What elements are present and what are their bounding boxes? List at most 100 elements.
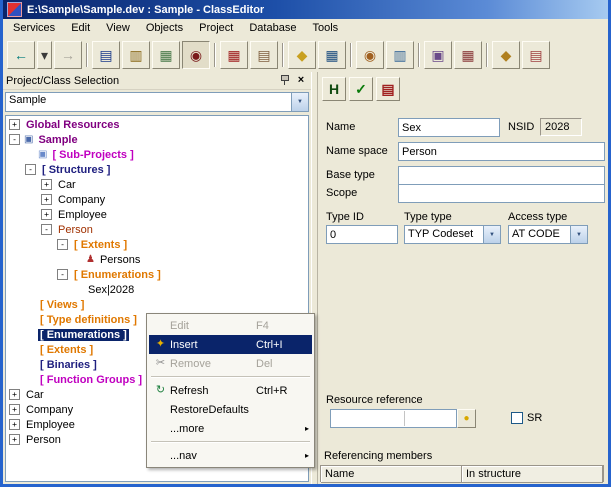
binder-button[interactable]: ◆ (288, 41, 316, 69)
context-menu-item-restoredefaults[interactable]: RestoreDefaults (149, 400, 312, 419)
tree-item[interactable]: +Employee (6, 207, 308, 222)
type-type-dropdown[interactable]: TYP Codeset ▼ (404, 225, 501, 244)
base-type-input[interactable] (398, 166, 605, 185)
editor-button[interactable]: ▣ (424, 41, 452, 69)
structure-button[interactable]: ▦ (220, 41, 248, 69)
menubar-item-objects[interactable]: Objects (138, 20, 191, 37)
context-menu-item-refresh[interactable]: ↻RefreshCtrl+R (149, 381, 312, 400)
tree-item-label: Company (24, 404, 75, 416)
menubar-item-services[interactable]: Services (5, 20, 63, 37)
context-menu-item-nav[interactable]: ...nav▸ (149, 446, 312, 465)
grid-button[interactable]: ▦ (318, 41, 346, 69)
context-menu-item-insert[interactable]: ✦InsertCtrl+I (149, 335, 312, 354)
expand-icon[interactable]: + (9, 389, 20, 400)
collapse-icon[interactable]: - (57, 269, 68, 280)
tree-item-label: [ Binaries ] (38, 359, 99, 371)
menubar-item-project[interactable]: Project (191, 20, 241, 37)
scope-input[interactable] (398, 184, 605, 203)
notes-button[interactable]: ▥ (122, 41, 150, 69)
nav-back-dropdown[interactable]: ▾ (37, 41, 52, 69)
factory-button[interactable]: ▤ (250, 41, 278, 69)
tree-item-label: [ Structures ] (40, 164, 112, 176)
tree-item-label: [ Sub-Projects ] (50, 149, 135, 161)
name-input[interactable] (398, 118, 500, 137)
submenu-arrow-icon: ▸ (305, 424, 309, 433)
context-menu-item-remove[interactable]: ✂RemoveDel (149, 354, 312, 373)
expand-icon[interactable]: + (9, 434, 20, 445)
expand-icon[interactable]: + (9, 419, 20, 430)
nav-back-button[interactable]: ← (7, 41, 35, 69)
context-menu-item-more[interactable]: ...more▸ (149, 419, 312, 438)
apply-tool-button[interactable]: ✓ (349, 77, 373, 101)
menu-item-label: Insert (170, 339, 248, 351)
titlebar[interactable]: E:\Sample\Sample.dev : Sample - ClassEdi… (3, 0, 608, 19)
revert-tool-button[interactable]: ▤ (376, 77, 400, 101)
resource-reference-input[interactable] (330, 409, 457, 428)
menu-item-shortcut: Ctrl+I (256, 339, 298, 351)
collapse-icon[interactable]: - (9, 134, 20, 145)
menubar-item-edit[interactable]: Edit (63, 20, 98, 37)
expand-icon[interactable]: + (9, 119, 20, 130)
tree-item-label: [ Extents ] (72, 239, 129, 251)
panel-title: Project/Class Selection (6, 75, 276, 87)
tree-item[interactable]: +Car (6, 177, 308, 192)
context-menu-item-edit[interactable]: EditF4 (149, 316, 312, 335)
chevron-down-icon[interactable]: ▼ (291, 93, 308, 111)
menu-item-label: ...nav (170, 450, 298, 462)
resource-browse-button[interactable]: ● (457, 409, 476, 428)
pin-icon[interactable] (278, 74, 292, 87)
collapse-icon[interactable]: - (41, 224, 52, 235)
app-icon[interactable] (7, 2, 22, 17)
namespace-label: Name space (326, 145, 388, 157)
tree-item[interactable]: +Company (6, 192, 308, 207)
tree-item[interactable]: -Person (6, 222, 308, 237)
input-divider (404, 411, 405, 426)
tree-item[interactable]: + Global Resources (6, 117, 308, 132)
tree-item[interactable]: -[ Extents ] (6, 237, 308, 252)
tree-item[interactable]: -[ Structures ] (6, 162, 308, 177)
grid-icon: ▦ (325, 48, 338, 62)
close-icon[interactable]: × (294, 74, 308, 87)
access-type-dropdown[interactable]: AT CODE ▼ (508, 225, 588, 244)
menubar-item-tools[interactable]: Tools (304, 20, 346, 37)
tree-item[interactable]: [ Views ] (6, 297, 308, 312)
window-title: E:\Sample\Sample.dev : Sample - ClassEdi… (27, 4, 264, 16)
project-combobox[interactable]: Sample ▼ (5, 92, 309, 112)
nav-forward-button[interactable]: → (54, 41, 82, 69)
expand-icon[interactable]: + (41, 194, 52, 205)
collapse-icon[interactable]: - (25, 164, 36, 175)
tree-item[interactable]: -[ Enumerations ] (6, 267, 308, 282)
expand-icon[interactable]: + (41, 209, 52, 220)
sr-checkbox[interactable] (511, 412, 523, 424)
collapse-icon[interactable]: - (57, 239, 68, 250)
tree-item[interactable]: ♟Persons (6, 252, 308, 267)
project-tree-icon: ▤ (99, 48, 112, 62)
nav-forward-icon: → (61, 48, 75, 62)
chevron-down-icon[interactable]: ▼ (570, 226, 587, 243)
column-header-in-structure[interactable]: In structure (462, 466, 603, 483)
menubar-item-view[interactable]: View (98, 20, 138, 37)
class-view-button[interactable]: ◉ (182, 41, 210, 69)
chevron-down-icon[interactable]: ▼ (483, 226, 500, 243)
namespace-input[interactable] (398, 142, 605, 161)
tree-item-label: Global Resources (24, 119, 122, 131)
menu-item-shortcut: Del (256, 358, 298, 370)
project-tree-button[interactable]: ▤ (92, 41, 120, 69)
edit-sheet-button[interactable]: ▦ (152, 41, 180, 69)
column-header-name[interactable]: Name (321, 466, 462, 483)
tree-item[interactable]: Sex|2028 (6, 282, 308, 297)
expand-icon[interactable]: + (41, 179, 52, 190)
type-id-input[interactable] (326, 225, 398, 244)
sheet-button[interactable]: ▥ (386, 41, 414, 69)
report-button[interactable]: ▤ (522, 41, 550, 69)
tree-item[interactable]: ▣[ Sub-Projects ] (6, 147, 308, 162)
query-button[interactable]: ◉ (356, 41, 384, 69)
base-type-label: Base type (326, 169, 375, 181)
history-tool-button[interactable]: H (322, 77, 346, 101)
tree-item[interactable]: -▣Sample (6, 132, 308, 147)
database-button[interactable]: ▦ (454, 41, 482, 69)
table-key-button[interactable]: ◆ (492, 41, 520, 69)
expand-icon[interactable]: + (9, 404, 20, 415)
detail-toolbar: H✓▤ (322, 77, 403, 101)
menubar-item-database[interactable]: Database (241, 20, 304, 37)
